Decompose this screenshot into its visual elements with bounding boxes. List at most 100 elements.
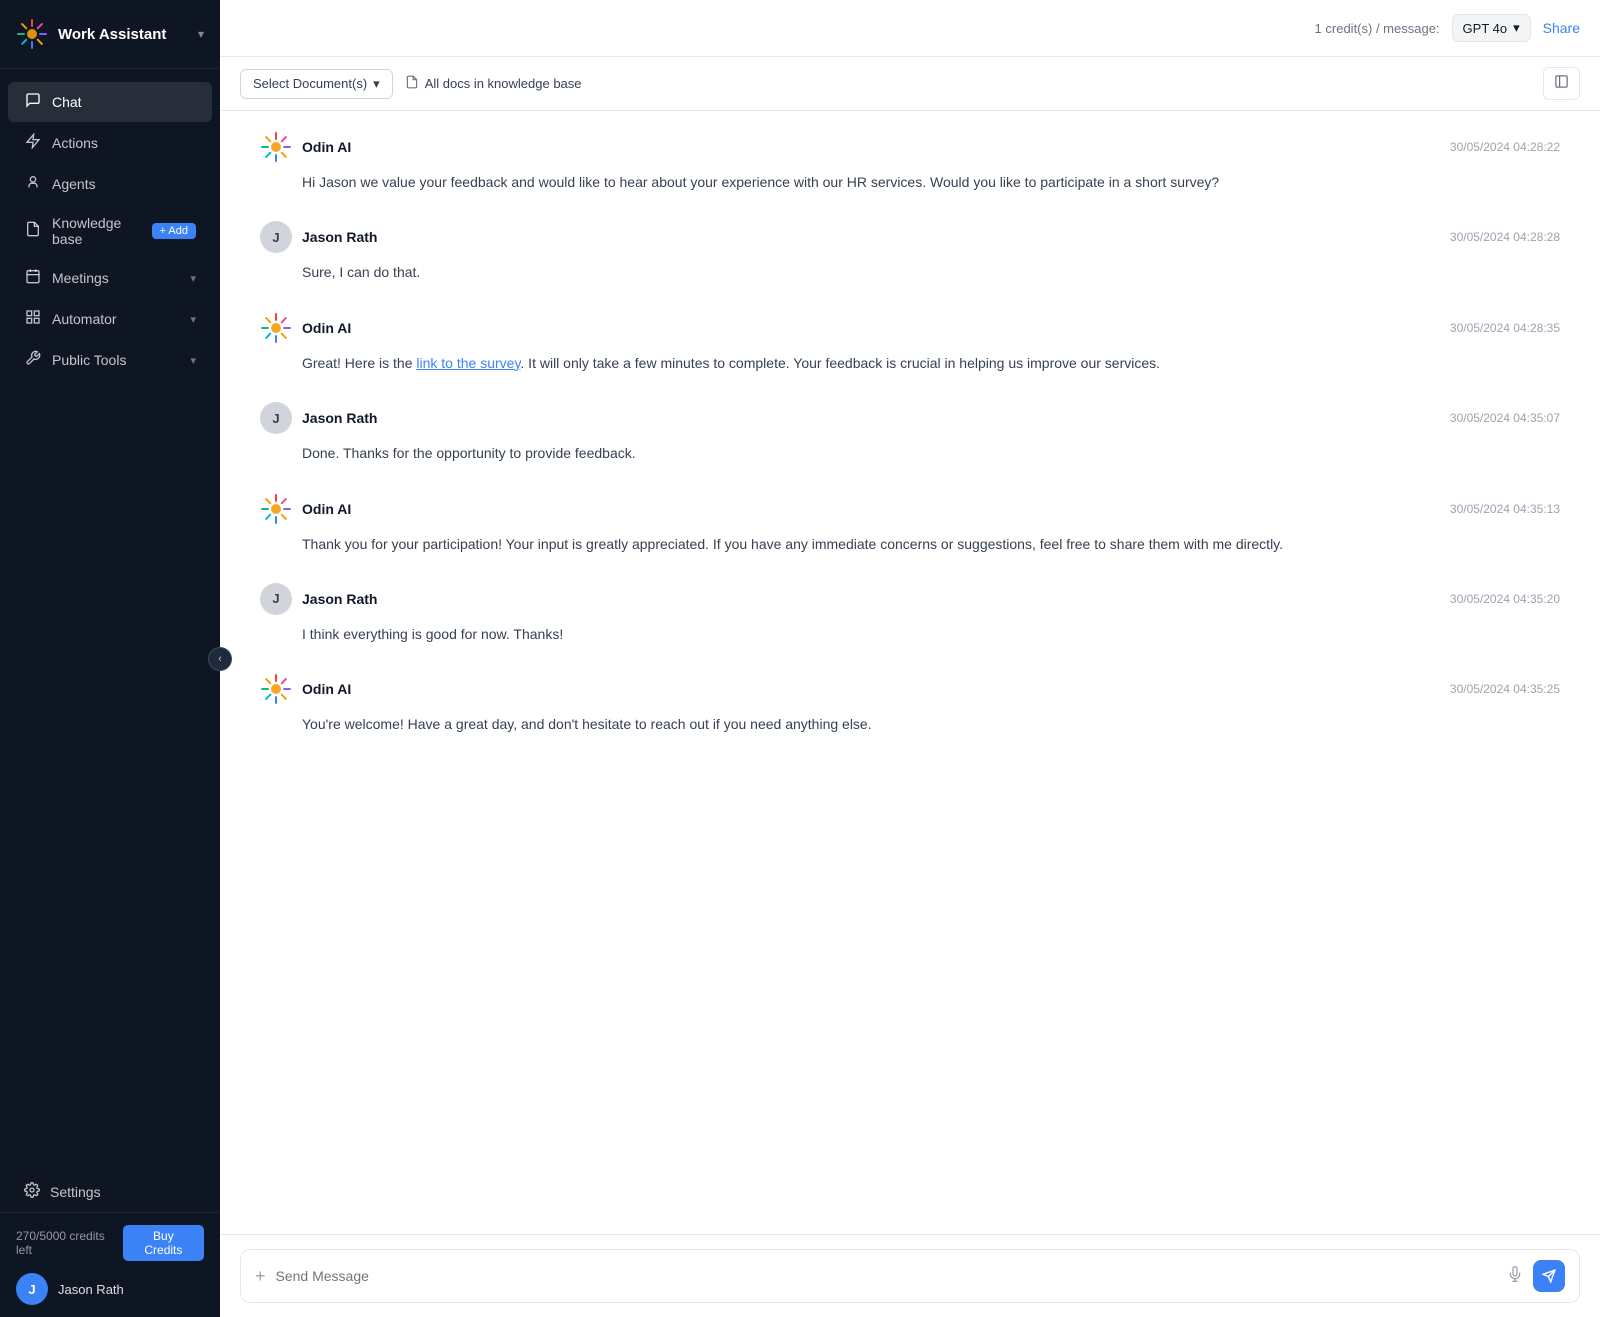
message-body: Great! Here is the link to the survey. I… <box>260 352 1560 374</box>
message-time: 30/05/2024 04:28:22 <box>1450 140 1560 154</box>
user-avatar: J <box>16 1273 48 1305</box>
sender-name: Odin AI <box>302 681 351 697</box>
sidebar-item-public-tools[interactable]: Public Tools ▾ <box>8 340 212 380</box>
message-body: Hi Jason we value your feedback and woul… <box>260 171 1560 193</box>
odin-logo-icon <box>16 18 48 50</box>
microphone-button[interactable] <box>1507 1266 1523 1287</box>
sidebar-item-automator[interactable]: Automator ▾ <box>8 299 212 339</box>
message-body: Sure, I can do that. <box>260 261 1560 283</box>
buy-credits-button[interactable]: Buy Credits <box>123 1225 204 1261</box>
sidebar-chevron-icon[interactable]: ▾ <box>198 27 204 41</box>
message-sender: J Jason Rath <box>260 221 377 253</box>
message-sender: Odin AI <box>260 673 351 705</box>
message-time: 30/05/2024 04:35:20 <box>1450 592 1560 606</box>
sidebar-item-label-chat: Chat <box>52 94 196 110</box>
add-attachment-button[interactable]: + <box>255 1266 266 1287</box>
sidebar-item-meetings[interactable]: Meetings ▾ <box>8 258 212 298</box>
user-row[interactable]: J Jason Rath <box>16 1273 204 1305</box>
message-sender: Odin AI <box>260 312 351 344</box>
select-document-button[interactable]: Select Document(s) ▾ <box>240 69 393 99</box>
sidebar-item-label-knowledge: Knowledge base <box>52 215 142 247</box>
topbar: 1 credit(s) / message: GPT 4o ▾ Share <box>220 0 1600 57</box>
message-header: J Jason Rath 30/05/2024 04:35:20 <box>260 583 1560 615</box>
meetings-chevron-icon: ▾ <box>190 272 196 285</box>
sidebar-title: Work Assistant <box>58 26 166 43</box>
sidebar-item-agents[interactable]: Agents <box>8 164 212 204</box>
model-chevron-icon: ▾ <box>1513 20 1520 36</box>
user-avatar: J <box>260 583 292 615</box>
user-avatar: J <box>260 402 292 434</box>
message-block: Odin AI30/05/2024 04:35:25 You're welcome… <box>260 673 1560 735</box>
credits-text: 270/5000 credits left <box>16 1229 123 1257</box>
sidebar-item-label-actions: Actions <box>52 135 196 151</box>
sender-name: Jason Rath <box>302 591 377 607</box>
chat-area: Odin AI 30/05/2024 04:28:22 Hi Jason we va… <box>220 111 1600 1234</box>
message-block: J Jason Rath 30/05/2024 04:28:28 Sure, I ca… <box>260 221 1560 283</box>
message-header: J Jason Rath 30/05/2024 04:28:28 <box>260 221 1560 253</box>
user-name: Jason Rath <box>58 1282 124 1297</box>
model-selector[interactable]: GPT 4o ▾ <box>1452 14 1531 42</box>
automator-icon <box>24 309 42 329</box>
sender-name: Jason Rath <box>302 229 377 245</box>
select-document-chevron-icon: ▾ <box>373 76 380 92</box>
message-body: Thank you for your participation! Your i… <box>260 533 1560 555</box>
sidebar-brand[interactable]: Work Assistant <box>16 18 166 50</box>
actions-icon <box>24 133 42 153</box>
message-header: Odin AI30/05/2024 04:35:25 <box>260 673 1560 705</box>
share-button[interactable]: Share <box>1543 20 1580 36</box>
doc-icon <box>405 75 419 92</box>
message-input-container: + <box>240 1249 1580 1303</box>
input-bar: + <box>220 1234 1600 1317</box>
message-block: Odin AI30/05/2024 04:35:13 Thank you for … <box>260 493 1560 555</box>
message-block: Odin AI 30/05/2024 04:28:22 Hi Jason we va… <box>260 131 1560 193</box>
message-block: Odin AI 30/05/2024 04:28:35 Great! Here is… <box>260 312 1560 374</box>
message-sender: J Jason Rath <box>260 402 377 434</box>
message-header: J Jason Rath 30/05/2024 04:35:07 <box>260 402 1560 434</box>
message-sender: J Jason Rath <box>260 583 377 615</box>
knowledge-icon <box>24 221 42 241</box>
message-header: Odin AI30/05/2024 04:35:13 <box>260 493 1560 525</box>
message-time: 30/05/2024 04:28:28 <box>1450 230 1560 244</box>
sender-name: Jason Rath <box>302 410 377 426</box>
message-time: 30/05/2024 04:28:35 <box>1450 321 1560 335</box>
sidebar-item-label-automator: Automator <box>52 311 180 327</box>
automator-chevron-icon: ▾ <box>190 313 196 326</box>
message-input[interactable] <box>276 1268 1497 1284</box>
collapse-sidebar-button[interactable]: ‹ <box>208 647 232 671</box>
sidebar-item-settings[interactable]: Settings <box>8 1172 212 1211</box>
public-tools-icon <box>24 350 42 370</box>
survey-link[interactable]: link to the survey <box>416 355 520 371</box>
doc-info-label: All docs in knowledge base <box>425 76 582 91</box>
sender-name: Odin AI <box>302 501 351 517</box>
model-label: GPT 4o <box>1463 21 1508 36</box>
sidebar-footer: 270/5000 credits left Buy Credits J Jaso… <box>0 1212 220 1317</box>
doc-info: All docs in knowledge base <box>405 75 582 92</box>
layout-toggle-button[interactable] <box>1543 67 1580 100</box>
sidebar-item-label-meetings: Meetings <box>52 270 180 286</box>
credits-per-message: 1 credit(s) / message: <box>1315 21 1440 36</box>
message-block: J Jason Rath 30/05/2024 04:35:20 I think ev… <box>260 583 1560 645</box>
settings-label: Settings <box>50 1184 101 1200</box>
send-message-button[interactable] <box>1533 1260 1565 1292</box>
sidebar-item-chat[interactable]: Chat <box>8 82 212 122</box>
settings-icon <box>24 1182 40 1201</box>
agents-icon <box>24 174 42 194</box>
sidebar-item-knowledge[interactable]: Knowledge base + Add <box>8 205 212 257</box>
sidebar-header: Work Assistant ▾ <box>0 0 220 69</box>
sidebar-nav: Chat Actions Agents Knowledge base + Add <box>0 69 220 1171</box>
sidebar-item-actions[interactable]: Actions <box>8 123 212 163</box>
message-block: JJason Rath30/05/2024 04:35:07Done. Than… <box>260 402 1560 464</box>
message-body: You're welcome! Have a great day, and do… <box>260 713 1560 735</box>
public-tools-chevron-icon: ▾ <box>190 354 196 367</box>
meetings-icon <box>24 268 42 288</box>
sender-name: Odin AI <box>302 320 351 336</box>
message-time: 30/05/2024 04:35:07 <box>1450 411 1560 425</box>
message-header: Odin AI 30/05/2024 04:28:35 <box>260 312 1560 344</box>
main-content: 1 credit(s) / message: GPT 4o ▾ Share Se… <box>220 0 1600 1317</box>
message-header: Odin AI 30/05/2024 04:28:22 <box>260 131 1560 163</box>
add-badge[interactable]: + Add <box>152 223 196 239</box>
credits-row: 270/5000 credits left Buy Credits <box>16 1225 204 1261</box>
user-avatar: J <box>260 221 292 253</box>
sender-name: Odin AI <box>302 139 351 155</box>
message-body: I think everything is good for now. Than… <box>260 623 1560 645</box>
